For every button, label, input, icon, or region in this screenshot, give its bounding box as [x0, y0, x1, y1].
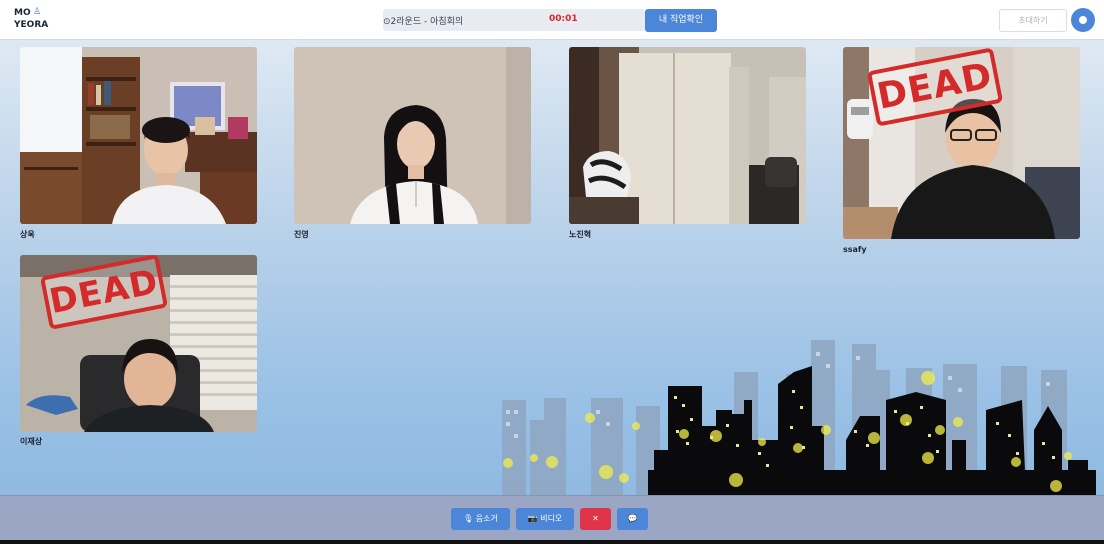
video-button[interactable]: 📷 비디오: [516, 508, 574, 530]
participant-tile[interactable]: 상욱: [20, 47, 257, 239]
participant-tile[interactable]: 노진혁: [569, 47, 806, 239]
invite-button[interactable]: 초대하기: [999, 9, 1067, 32]
logo-text-bottom: YEORA: [14, 20, 49, 30]
participant-name: 진영: [294, 230, 309, 239]
profile-dot-icon: [1079, 16, 1087, 24]
round-timer: 00:01: [549, 14, 578, 24]
mute-button[interactable]: 🎙 음소거: [451, 508, 510, 530]
chat-button[interactable]: 💬: [617, 508, 648, 530]
check-role-button[interactable]: 내 직업확인: [645, 9, 717, 32]
participant-tile[interactable]: DEAD 이재상: [20, 254, 257, 446]
participant-name: 노진혁: [569, 230, 592, 239]
profile-button[interactable]: [1071, 8, 1095, 32]
window-bottom-edge: [0, 540, 1104, 544]
leave-button[interactable]: ✕: [580, 508, 611, 530]
city-skyline-illustration: [496, 330, 1096, 495]
app-logo[interactable]: MO ♙ YEORA: [14, 7, 54, 35]
round-status-bar: ⊙2라운드 - 아침회의 00:01: [383, 9, 645, 31]
participant-name: ssafy: [843, 245, 867, 254]
participant-video: [20, 47, 257, 224]
participant-tile[interactable]: DEAD ssafy: [843, 47, 1080, 254]
participant-tile[interactable]: 진영: [294, 47, 531, 239]
person-icon: ♙: [33, 7, 42, 17]
round-label: ⊙2라운드 - 아침회의: [383, 17, 464, 27]
participant-video: [569, 47, 806, 224]
control-bar: 🎙 음소거 📷 비디오 ✕ 💬: [0, 495, 1104, 540]
top-header: MO ♙ YEORA ⊙2라운드 - 아침회의 00:01 내 직업확인 초대하…: [0, 0, 1104, 40]
participant-name: 상욱: [20, 230, 35, 239]
participant-name: 이재상: [20, 437, 43, 446]
participant-video: [294, 47, 531, 224]
